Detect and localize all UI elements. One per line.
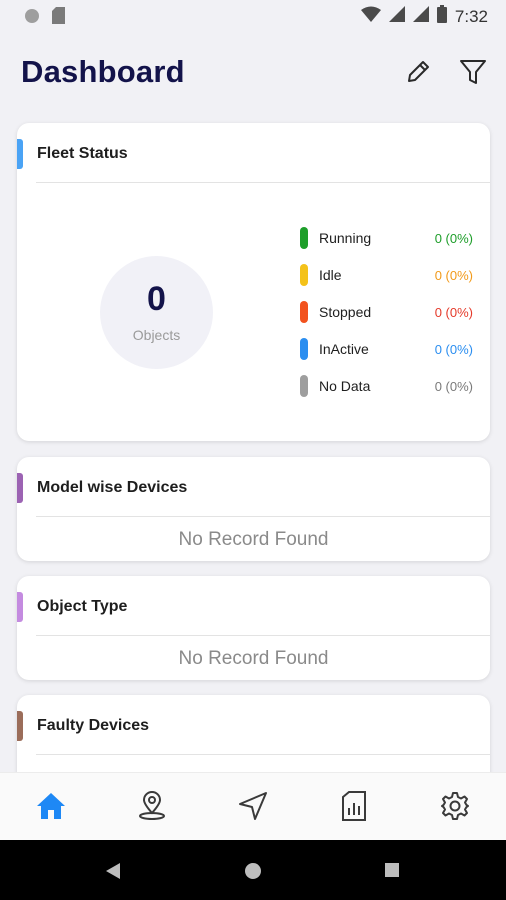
legend-item-running[interactable]: Running 0 (0%): [300, 227, 480, 251]
legend-item-no-data[interactable]: No Data 0 (0%): [300, 375, 480, 399]
legend-value: 0 (0%): [434, 342, 473, 357]
card-accent: [17, 139, 23, 169]
status-dot: [300, 227, 308, 249]
status-dot: [300, 375, 308, 397]
nav-home[interactable]: [34, 791, 68, 825]
empty-state-text: No Record Found: [178, 529, 329, 550]
objects-summary[interactable]: 0 Objects: [100, 256, 213, 369]
legend-item-inactive[interactable]: InActive 0 (0%): [300, 338, 480, 362]
card-accent: [17, 473, 23, 503]
status-dot: [300, 264, 308, 286]
legend-value: 0 (0%): [434, 379, 473, 394]
card-accent: [17, 592, 23, 622]
edit-button[interactable]: [400, 56, 436, 92]
card-header: Object Type: [17, 576, 490, 636]
nav-map[interactable]: [135, 790, 169, 826]
objects-count: 0: [147, 280, 166, 318]
home-circle-icon[interactable]: [244, 862, 262, 885]
navigation-icon: [238, 791, 268, 826]
card-accent: [17, 711, 23, 741]
object-type-card: Object Type No Record Found: [17, 576, 490, 680]
card-title: Model wise Devices: [37, 479, 188, 496]
filter-icon: [459, 59, 487, 90]
divider: [36, 754, 490, 755]
empty-state-text: No Record Found: [178, 648, 329, 669]
report-icon: [341, 790, 367, 826]
bottom-nav: [0, 772, 506, 840]
wifi-icon: [360, 6, 381, 27]
system-nav-bar: [0, 840, 506, 900]
map-pin-icon: [137, 790, 167, 826]
settings-icon: [440, 791, 470, 826]
card-header: Fleet Status: [17, 123, 490, 183]
card-header: Faulty Devices: [17, 695, 490, 755]
battery-icon: [436, 5, 447, 28]
status-time: 7:32: [454, 6, 488, 26]
legend-value: 0 (0%): [434, 268, 473, 283]
legend-value: 0 (0%): [434, 305, 473, 320]
status-dot: [300, 301, 308, 323]
divider: [36, 635, 490, 636]
legend-label: No Data: [319, 378, 371, 394]
fleet-status-card: Fleet Status 0 Objects Running 0 (0%) Id…: [17, 123, 490, 441]
status-bar: 7:32: [0, 0, 506, 32]
sd-card-icon: [52, 7, 66, 29]
back-icon[interactable]: [104, 862, 122, 885]
objects-label: Objects: [132, 327, 181, 343]
legend-label: InActive: [319, 341, 369, 357]
filter-button[interactable]: [455, 56, 491, 92]
legend-value: 0 (0%): [434, 231, 473, 246]
card-title: Object Type: [37, 598, 128, 615]
model-wise-devices-card: Model wise Devices No Record Found: [17, 457, 490, 561]
legend-item-idle[interactable]: Idle 0 (0%): [300, 264, 480, 288]
card-title: Faulty Devices: [37, 717, 150, 734]
divider: [36, 182, 490, 183]
header: Dashboard: [0, 40, 506, 110]
nav-settings[interactable]: [438, 791, 472, 825]
page-title: Dashboard: [21, 54, 185, 89]
home-icon: [36, 792, 66, 825]
legend-label: Running: [319, 230, 372, 246]
legend-label: Stopped: [319, 304, 372, 320]
card-title: Fleet Status: [37, 145, 128, 162]
card-header: Model wise Devices: [17, 457, 490, 517]
circle-icon: [24, 8, 40, 29]
signal-icon: [412, 6, 429, 27]
legend-label: Idle: [319, 267, 342, 283]
nav-reports[interactable]: [337, 790, 371, 826]
legend-item-stopped[interactable]: Stopped 0 (0%): [300, 301, 480, 325]
divider: [36, 516, 490, 517]
nav-navigation[interactable]: [236, 791, 270, 825]
pencil-icon: [405, 59, 431, 90]
signal-icon: [388, 6, 405, 27]
status-dot: [300, 338, 308, 360]
recents-icon[interactable]: [384, 862, 400, 883]
